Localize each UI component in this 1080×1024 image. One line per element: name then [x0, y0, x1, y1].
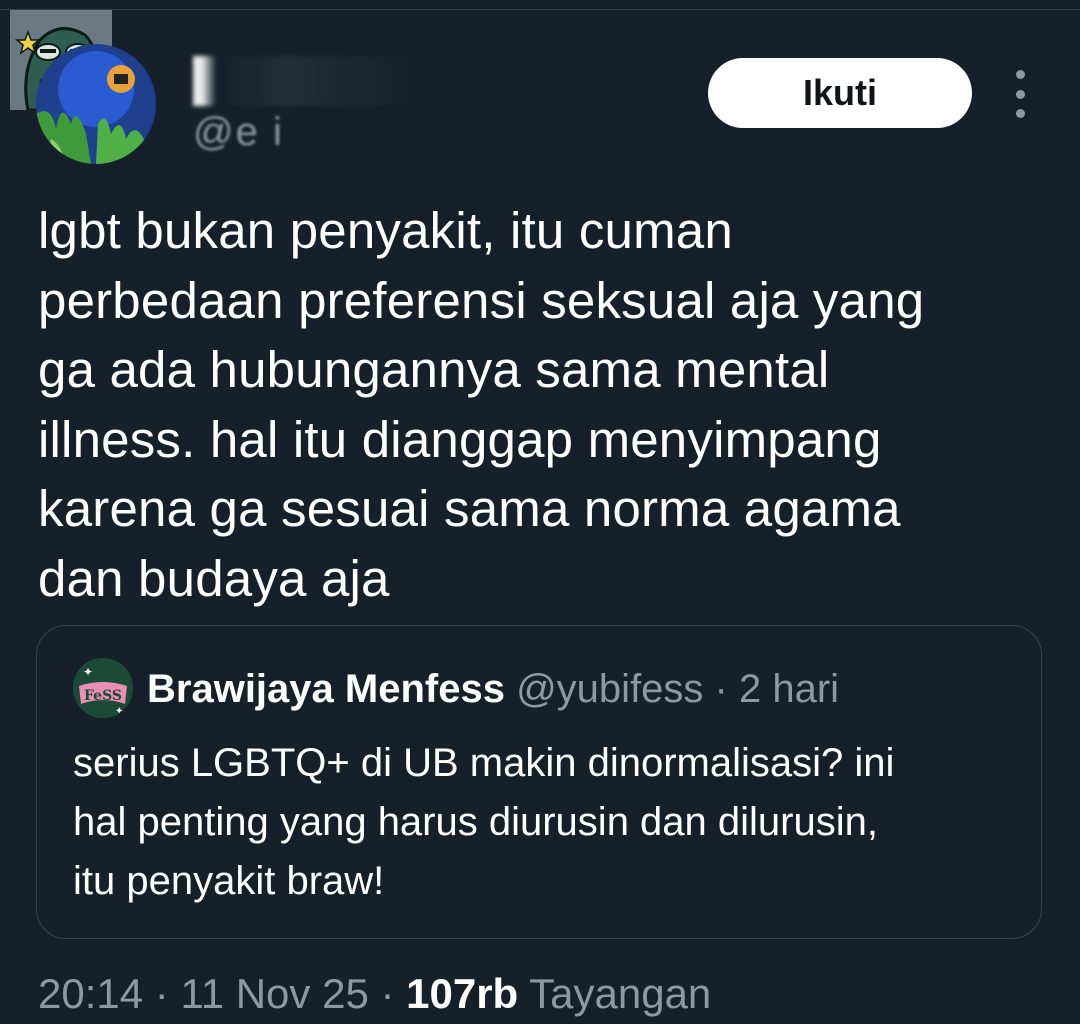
quoted-author-handle[interactable]: @yubifess [516, 667, 703, 711]
author-avatar[interactable] [36, 44, 156, 164]
tweet-date[interactable]: 11 Nov 25 [180, 970, 368, 1017]
quoted-tweet-header: Brawijaya Menfess @yubifess · 2 hari [147, 664, 839, 714]
tweet-footer: 20:14 · 11 Nov 25 · 107rb Tayangan [38, 966, 711, 1022]
quoted-time[interactable]: 2 hari [739, 667, 839, 711]
views-label: Tayangan [529, 970, 712, 1017]
tweet-time[interactable]: 20:14 [38, 970, 143, 1017]
footer-separator: · [380, 970, 395, 1017]
quoted-author-name[interactable]: Brawijaya Menfess [147, 667, 505, 711]
quoted-tweet-card[interactable]: FeSS ✦ ✦ Brawijaya Menfess @yubifess · 2… [36, 625, 1042, 939]
quoted-separator: · [714, 667, 728, 711]
views-count[interactable]: 107rb [406, 970, 518, 1017]
quoted-avatar-logo-text: FeSS [84, 688, 122, 704]
tweet-text: lgbt bukan penyakit, itu cuman perbedaan… [38, 202, 925, 607]
author-handle[interactable]: @e i [193, 108, 284, 156]
more-vertical-icon[interactable] [1004, 70, 1036, 118]
quoted-author-avatar[interactable]: FeSS ✦ ✦ [73, 658, 133, 718]
follow-button[interactable]: Ikuti [708, 58, 972, 128]
author-name-redacted [193, 56, 423, 106]
top-divider [0, 9, 1080, 10]
svg-text:✦: ✦ [83, 665, 93, 679]
footer-separator: · [154, 970, 169, 1017]
quoted-tweet-text: serius LGBTQ+ di UB makin dinormalisasi?… [73, 741, 895, 903]
svg-text:✦: ✦ [115, 706, 123, 717]
